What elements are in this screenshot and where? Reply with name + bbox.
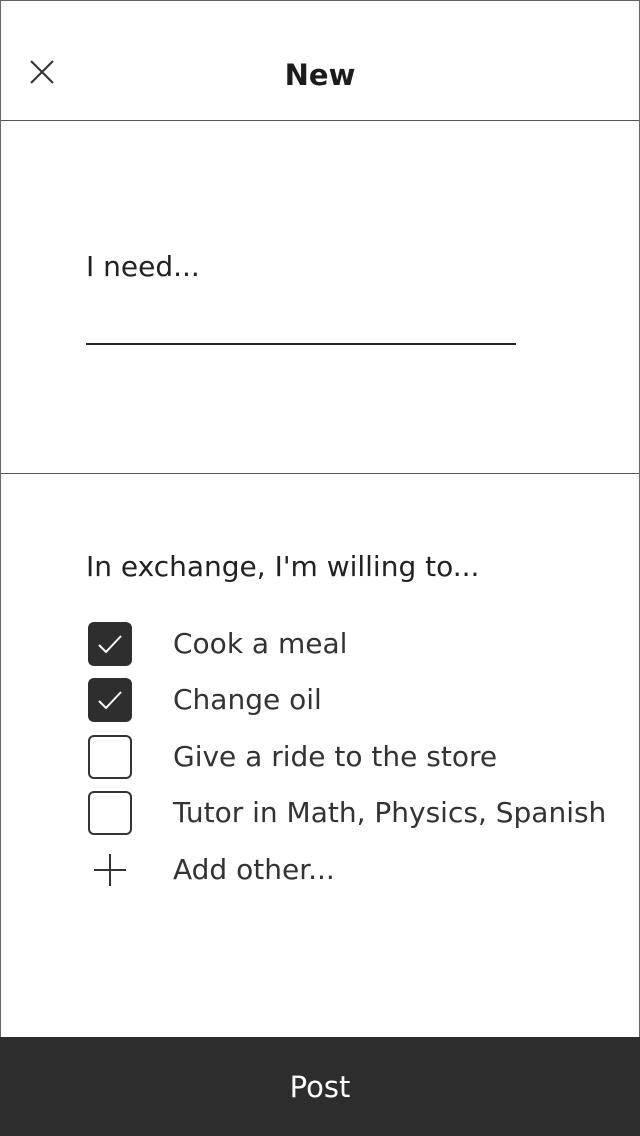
add-other-button[interactable]: Add other...: [88, 848, 628, 892]
need-input[interactable]: [86, 301, 516, 345]
need-section: I need...: [1, 121, 639, 474]
option-label: Cook a meal: [173, 627, 348, 660]
app-screen: New I need... In exchange, I'm willing t…: [0, 0, 640, 1136]
checkbox-unchecked[interactable]: [88, 791, 132, 835]
option-change-oil[interactable]: Change oil: [88, 678, 628, 722]
checkmark-icon: [98, 635, 122, 654]
checkbox-unchecked[interactable]: [88, 735, 132, 779]
add-other-label: Add other...: [173, 853, 335, 886]
header-bar: New: [1, 1, 639, 121]
option-label: Change oil: [173, 683, 322, 716]
plus-icon: [94, 854, 126, 886]
checkmark-icon: [98, 691, 122, 710]
need-label: I need...: [86, 250, 200, 283]
page-title: New: [284, 58, 356, 92]
checkbox-checked[interactable]: [88, 678, 132, 722]
option-label: Tutor in Math, Physics, Spanish: [173, 796, 607, 829]
option-give-ride[interactable]: Give a ride to the store: [88, 735, 628, 779]
option-tutor[interactable]: Tutor in Math, Physics, Spanish: [88, 791, 628, 835]
checkbox-checked[interactable]: [88, 622, 132, 666]
exchange-label: In exchange, I'm willing to...: [86, 550, 480, 583]
option-label: Give a ride to the store: [173, 740, 498, 773]
post-button[interactable]: Post: [0, 1037, 640, 1136]
option-cook-a-meal[interactable]: Cook a meal: [88, 622, 628, 666]
